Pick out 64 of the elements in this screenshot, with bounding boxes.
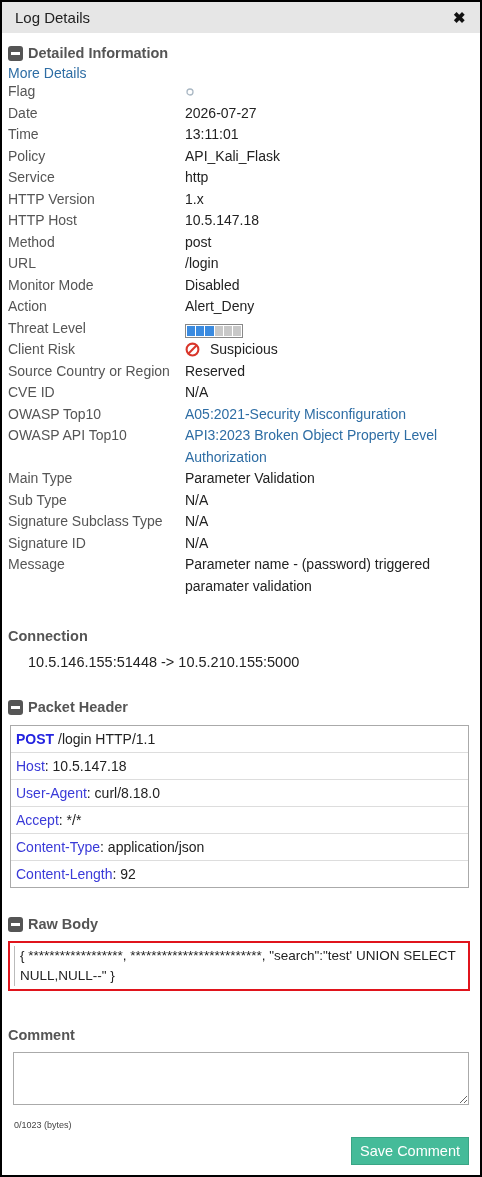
field-value: API_Kali_Flask [185, 146, 281, 166]
header-line: Content-Type: application/json [11, 833, 468, 860]
field-label: CVE ID [8, 383, 56, 402]
field-value: post [185, 232, 213, 252]
header-line: Host: 10.5.147.18 [11, 752, 468, 779]
header-line: User-Agent: curl/8.18.0 [11, 779, 468, 806]
section-title: Raw Body [28, 916, 99, 932]
comment-field[interactable] [13, 1052, 469, 1105]
field-label: HTTP Version [8, 189, 96, 209]
section-title: Detailed Information [28, 45, 169, 61]
section-title: Packet Header [28, 699, 128, 715]
field-link[interactable]: A05:2021-Security Misconfiguration [185, 403, 474, 425]
field-label: Signature Subclass Type [8, 512, 164, 531]
field-value: Alert_Deny [185, 297, 256, 316]
field-value: N/A [185, 490, 210, 510]
field-value: /login [185, 254, 220, 273]
section-title: Connection [8, 628, 89, 644]
field-label: OWASP Top10 [8, 404, 103, 424]
field-value: Parameter Validation [185, 469, 316, 488]
field-label: HTTP Host [8, 211, 78, 230]
field-value: Reserved [185, 361, 246, 381]
field-label: OWASP API Top10 [8, 426, 128, 445]
field-value: Parameter name - (password) triggered paramater validation [185, 555, 432, 596]
more-details-link[interactable]: More Details [8, 65, 474, 81]
field-label: URL [8, 254, 37, 273]
collapse-icon[interactable] [8, 699, 23, 715]
connection-value: 10.5.146.155:51448 -> 10.5.210.155:5000 [27, 653, 301, 670]
field-label: Flag [8, 82, 37, 101]
field-label: Time [8, 125, 40, 144]
collapse-icon[interactable] [8, 916, 23, 932]
field-value: Suspicious [210, 340, 278, 359]
field-value: N/A [185, 512, 210, 531]
field-label: Policy [8, 146, 47, 166]
field-value: Disabled [185, 275, 241, 295]
close-button[interactable]: ✖ [453, 8, 466, 27]
request-line: POST /login HTTP/1.1 [15, 730, 157, 749]
raw-body-text: { ******************, *************************, "search":"test' UNION SELECT NULL,NULL--" } [14, 946, 464, 986]
field-label: Monitor Mode [8, 275, 95, 295]
field-label: Message [8, 555, 66, 574]
field-value: http [185, 168, 210, 187]
field-label: Date [8, 103, 39, 123]
header-line: Accept: */* [11, 806, 468, 833]
field-label: Main Type [8, 469, 74, 488]
field-value: 1.x [185, 189, 205, 209]
byte-counter: 0/1023 (bytes) [14, 1120, 73, 1130]
field-label: Threat Level [8, 318, 87, 338]
field-label: Client Risk [8, 340, 76, 359]
field-link[interactable]: API3:2023 Broken Object Property Level Authorization [185, 425, 474, 468]
field-label: Action [8, 297, 48, 316]
field-label: Method [8, 232, 56, 252]
field-label: Sub Type [8, 490, 68, 510]
field-value: 13:11:01 [185, 125, 240, 144]
window-title: Log Details [15, 9, 91, 26]
field-label: Service [8, 168, 56, 187]
blocked-icon [185, 342, 200, 358]
field-label: Source Country or Region [8, 361, 171, 381]
field-value: 10.5.147.18 [185, 211, 260, 230]
field-value: 2026-07-27 [185, 103, 258, 123]
section-title: Comment [8, 1027, 76, 1043]
field-value: N/A [185, 533, 210, 553]
header-line: Content-Length: 92 [11, 860, 468, 887]
field-label: Signature ID [8, 533, 87, 553]
field-value: N/A [185, 383, 210, 402]
collapse-icon[interactable] [8, 45, 23, 61]
